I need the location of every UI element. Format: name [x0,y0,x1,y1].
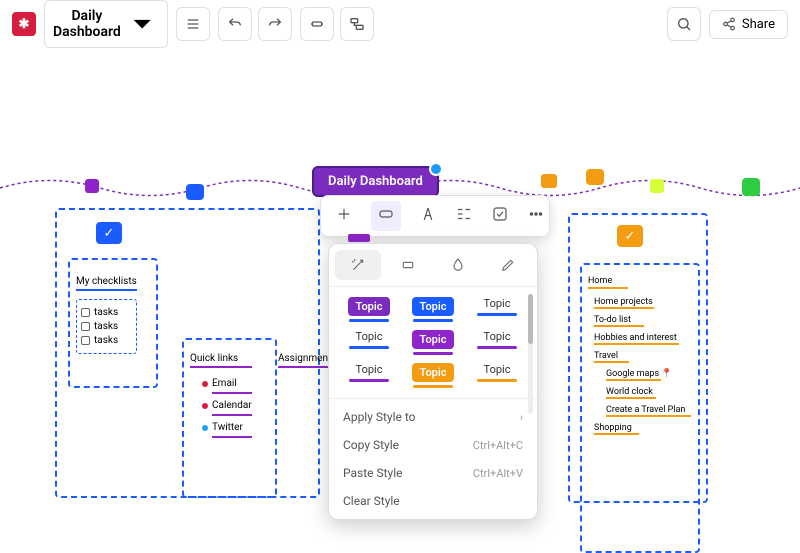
share-button[interactable]: Share [709,10,788,39]
menu-clear-style[interactable]: Clear Style [329,487,537,515]
shape-button[interactable] [371,201,401,231]
style-swatch[interactable]: Topic [405,363,461,388]
node-marker[interactable] [586,169,604,185]
undo-button[interactable] [218,7,252,41]
list-item[interactable]: tasks [81,307,132,318]
list-item[interactable]: tasks [81,321,132,332]
style-swatch[interactable]: Topic [469,363,525,388]
checklist-node[interactable] [617,225,643,247]
node-marker[interactable] [186,184,204,200]
style-swatch[interactable]: Topic [469,297,525,322]
document-title: Daily Dashboard [53,8,121,40]
more-icon [527,205,545,223]
rectangle-icon [377,205,395,223]
section-title: My checklists [76,276,137,291]
style-tab-fill[interactable] [435,250,481,280]
style-tab-line[interactable] [485,250,531,280]
style-swatch[interactable]: Topic [341,297,397,322]
list-item[interactable]: Twitter [202,422,252,433]
document-title-dropdown[interactable]: Daily Dashboard [44,0,168,48]
checkbox-icon [491,205,509,223]
scrollbar[interactable] [528,294,533,414]
share-icon [722,17,736,31]
menu-apply-style[interactable]: Apply Style to› [329,403,537,431]
list-item[interactable]: World clock [606,387,698,399]
plus-icon [335,205,353,223]
redo-icon [267,16,283,32]
node-marker[interactable] [541,174,557,188]
more-button[interactable] [527,205,545,227]
style-swatch[interactable]: Topic [405,330,461,355]
list-item[interactable]: Calendar [202,400,252,411]
scrollbar-thumb[interactable] [528,294,533,344]
menu-copy-style[interactable]: Copy StyleCtrl+Alt+C [329,431,537,459]
list-item[interactable]: tasks [81,335,132,346]
chevron-down-icon [125,7,159,41]
list-item[interactable]: Create a Travel Plan [606,405,698,417]
share-label: Share [742,17,775,32]
list-item[interactable]: Hobbies and interest [594,333,698,345]
topic-button[interactable] [300,7,334,41]
topic-icon [309,16,325,32]
style-swatches: Topic Topic Topic Topic Topic Topic Topi… [329,287,537,398]
style-tab-shape[interactable] [385,250,431,280]
text-icon [419,205,437,223]
app-logo: ✱ [12,12,36,36]
quicklinks-block[interactable]: Quick links Email Calendar Twitter [190,353,252,444]
list-item[interactable]: Travel [594,351,698,363]
checklist-node[interactable] [96,222,122,244]
node-marker[interactable] [742,178,760,196]
search-button[interactable] [667,7,701,41]
style-panel: Topic Topic Topic Topic Topic Topic Topi… [328,243,538,520]
section-title: Home [588,276,628,289]
style-tab-preset[interactable] [335,250,381,280]
subtopic-icon [349,16,365,32]
list-item[interactable]: Email [202,378,252,389]
list-item[interactable]: Google maps 📍 [606,369,698,381]
home-block[interactable]: Home Home projects To-do list Hobbies an… [588,276,698,435]
text-button[interactable] [419,205,437,227]
style-swatch[interactable]: Topic [405,297,461,322]
expand-handle[interactable] [429,162,443,176]
structure-button[interactable] [455,205,473,227]
list-item[interactable]: Home projects [594,297,698,309]
top-toolbar: ✱ Daily Dashboard Share [0,0,800,48]
section-title: Quick links [190,353,252,368]
hamburger-icon [185,16,201,32]
root-topic[interactable]: Daily Dashboard [312,166,439,197]
style-swatch[interactable]: Topic [341,363,397,388]
subtopic-button[interactable] [340,7,374,41]
search-icon [676,16,692,32]
menu-button[interactable] [176,7,210,41]
add-button[interactable] [335,205,353,227]
rect-icon [400,257,416,273]
list-item[interactable]: Shopping [594,423,698,435]
format-toolbar [320,195,550,237]
node-marker[interactable] [650,179,664,193]
wand-icon [350,257,366,273]
list-item[interactable]: To-do list [594,315,698,327]
root-topic-label: Daily Dashboard [328,174,423,189]
node-marker[interactable] [85,179,99,193]
redo-button[interactable] [258,7,292,41]
checklists-block[interactable]: My checklists tasks tasks tasks [76,276,137,354]
structure-icon [455,205,473,223]
undo-icon [227,16,243,32]
task-button[interactable] [491,205,509,227]
style-swatch[interactable]: Topic [341,330,397,355]
drag-handle[interactable] [348,234,370,242]
style-swatch[interactable]: Topic [469,330,525,355]
menu-paste-style[interactable]: Paste StyleCtrl+Alt+V [329,459,537,487]
drop-icon [450,257,466,273]
pen-icon [500,257,516,273]
mindmap-canvas[interactable]: Daily Dashboard My checklists tasks task… [0,48,800,512]
